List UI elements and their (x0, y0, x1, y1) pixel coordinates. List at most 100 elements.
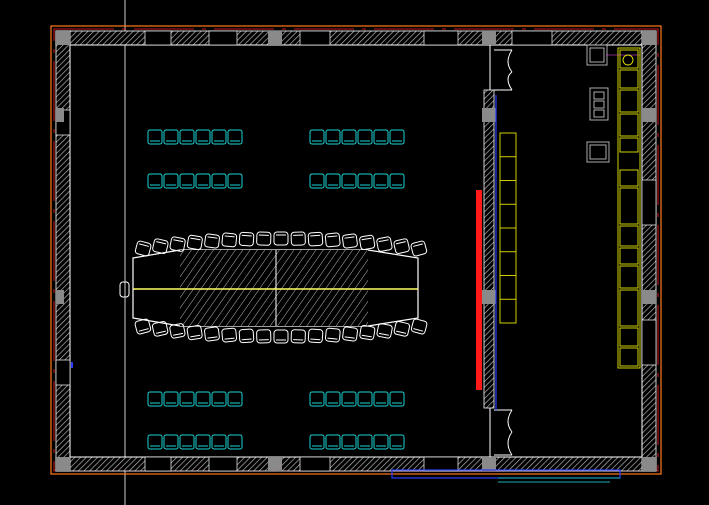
lounge-seat (619, 69, 639, 89)
red-bar (476, 190, 482, 390)
audience-chair (227, 434, 243, 450)
table-chair (221, 232, 238, 248)
lounge-seat (619, 187, 639, 225)
audience-chair (227, 129, 243, 145)
table-chair (324, 327, 341, 343)
table-chair (307, 231, 324, 247)
table-chair (307, 328, 324, 344)
audience-chair (389, 173, 405, 189)
audience-chair (309, 129, 325, 145)
table-chair (273, 329, 289, 344)
audience-chair (179, 129, 195, 145)
conference-table (119, 249, 419, 327)
lounge-seat (619, 289, 639, 327)
audience-chair (341, 129, 357, 145)
table-chair (204, 326, 220, 342)
audience-chair (163, 391, 179, 407)
table-chair (324, 232, 341, 248)
audience-chair (195, 434, 211, 450)
audience-chair (357, 434, 373, 450)
lounge-seat (619, 247, 639, 265)
audience-chair (147, 391, 163, 407)
audience-chair (357, 129, 373, 145)
door-bottom (489, 408, 513, 457)
table-chair (238, 328, 255, 344)
table-chair (359, 324, 376, 341)
audience-chair (211, 391, 227, 407)
table-chair (238, 231, 255, 247)
lounge-seat (619, 347, 639, 367)
audience-chair (357, 391, 373, 407)
audience-chair (211, 129, 227, 145)
lounge-seat (619, 137, 639, 153)
audience-chair (163, 173, 179, 189)
lounge-ornament (622, 54, 634, 66)
table-chair (342, 233, 358, 249)
audience-chair (179, 434, 195, 450)
lounge-seat (619, 89, 639, 113)
audience-chair (357, 173, 373, 189)
lounge-seat (619, 225, 639, 247)
audience-chair (147, 129, 163, 145)
table-chair (186, 234, 203, 251)
audience-chair (309, 173, 325, 189)
audience-chair (195, 391, 211, 407)
table-chair (169, 236, 186, 252)
table-chair (410, 318, 428, 335)
table-chair (256, 329, 272, 344)
audience-chair (309, 391, 325, 407)
lounge-seating (617, 47, 641, 369)
table-chair (221, 327, 238, 343)
audience-chair (373, 129, 389, 145)
audience-chair (179, 391, 195, 407)
table-chair (151, 321, 169, 337)
audience-chair (195, 173, 211, 189)
table-chair (342, 326, 358, 342)
audience-chair (341, 391, 357, 407)
audience-chair (325, 391, 341, 407)
audience-chair (373, 434, 389, 450)
table-chair (393, 238, 410, 254)
table-chair (376, 236, 393, 252)
audience-chair (227, 173, 243, 189)
lounge-seat (619, 169, 639, 187)
table-chair (290, 329, 306, 344)
table-chair (410, 240, 428, 257)
table-chair (152, 238, 169, 254)
audience-chair (309, 434, 325, 450)
audience-chair (147, 434, 163, 450)
door-top (489, 45, 513, 91)
lounge-seat (619, 265, 639, 289)
audience-chair (163, 434, 179, 450)
bench (499, 132, 517, 324)
audience-chair (325, 129, 341, 145)
table-chair (290, 231, 306, 246)
table-chair (273, 231, 289, 246)
audience-chair (227, 391, 243, 407)
audience-chair (341, 173, 357, 189)
audience-chair (163, 129, 179, 145)
audience-chair (325, 173, 341, 189)
audience-chair (179, 173, 195, 189)
audience-chair (341, 434, 357, 450)
audience-chair (389, 129, 405, 145)
audience-chair (211, 434, 227, 450)
table-chair (204, 233, 220, 249)
audience-chair (373, 173, 389, 189)
lounge-seat (619, 327, 639, 347)
lounge-frame (617, 47, 641, 369)
audience-chair (325, 434, 341, 450)
lounge-seat (619, 113, 639, 137)
table-chair (359, 234, 376, 251)
audience-chair (211, 173, 227, 189)
table-chair (256, 231, 272, 246)
audience-chair (373, 391, 389, 407)
table-chair (134, 318, 152, 335)
audience-chair (389, 434, 405, 450)
audience-chair (147, 173, 163, 189)
audience-chair (389, 391, 405, 407)
table-chair (186, 324, 203, 341)
table-chair (134, 240, 152, 257)
table-chair (393, 321, 411, 337)
table-chair (376, 323, 393, 339)
